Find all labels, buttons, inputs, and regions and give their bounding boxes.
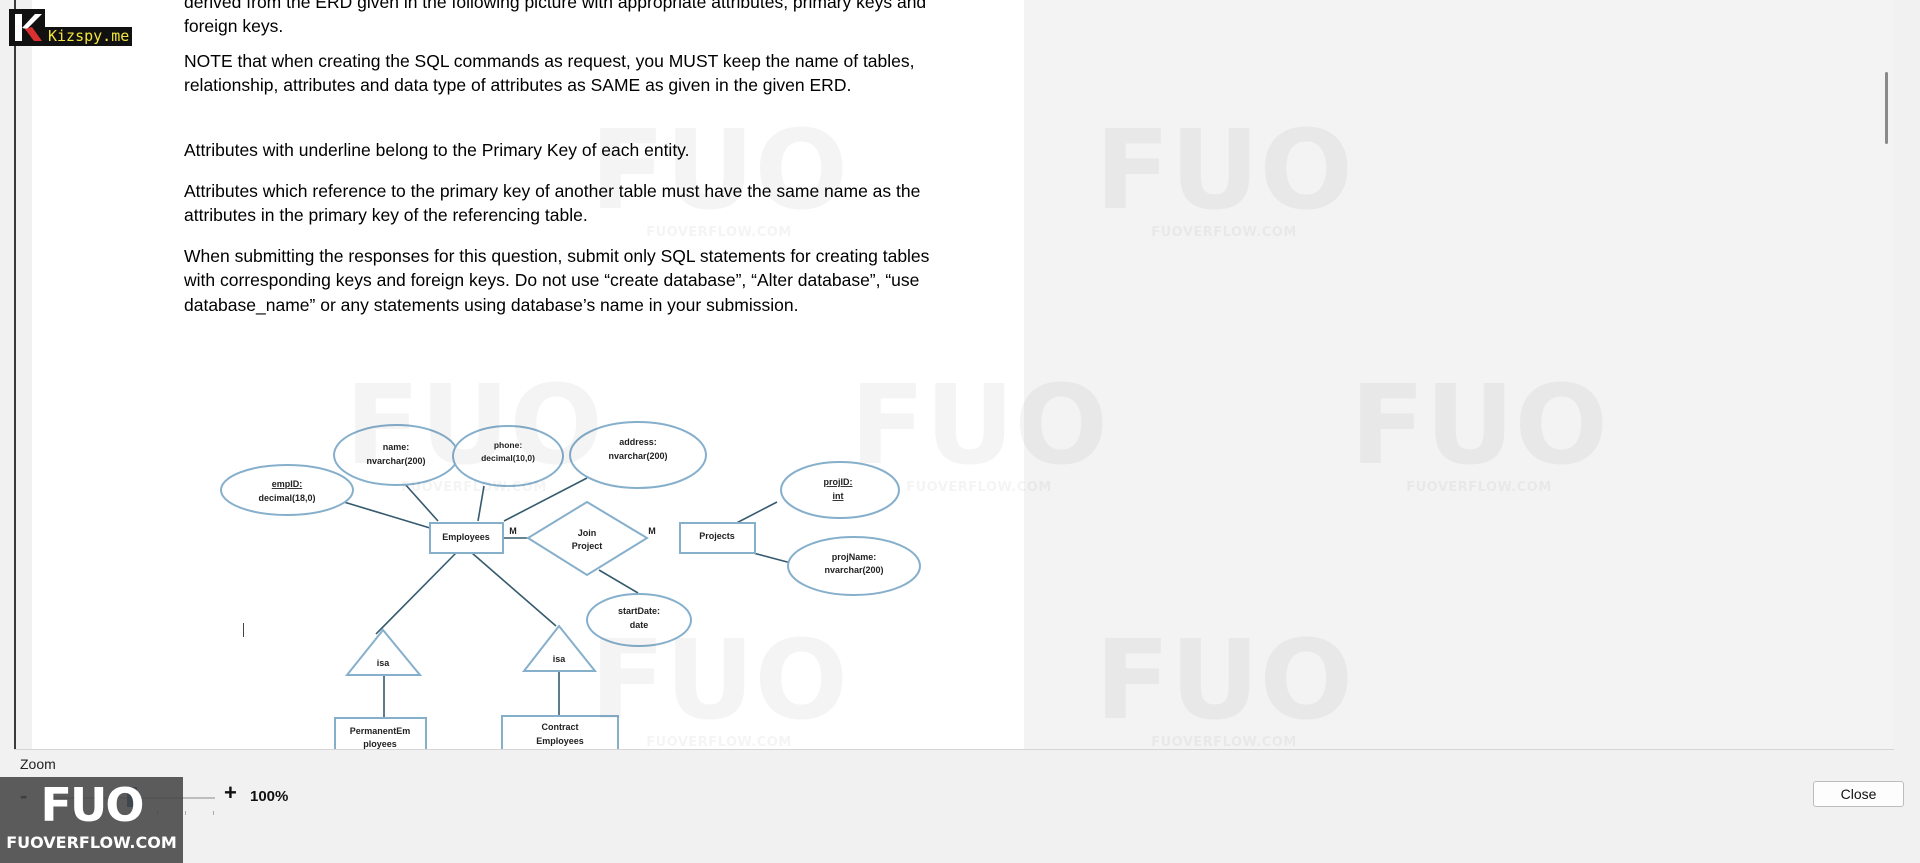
- watermark: FUOFUOVERFLOW.COM: [850, 370, 1108, 495]
- fuoverflow-badge: FUO FUOVERFLOW.COM: [0, 777, 183, 863]
- empid-label: empID:: [272, 479, 303, 489]
- projname-label: projName:: [832, 552, 877, 562]
- cardinality-left: M: [509, 526, 517, 536]
- address-type: nvarchar(200): [608, 451, 667, 461]
- projid-label: projID:: [824, 477, 853, 487]
- zoom-label: Zoom: [20, 756, 56, 772]
- footer-separator: [14, 749, 1894, 750]
- permanent-employees-label-line2: ployees: [363, 739, 397, 749]
- projects-entity-label: Projects: [699, 531, 735, 541]
- address-label: address:: [619, 437, 657, 447]
- watermark: FUOFUOVERFLOW.COM: [590, 115, 848, 240]
- startdate-label: startDate:: [618, 606, 660, 616]
- watermark: FUOFUOVERFLOW.COM: [345, 370, 603, 495]
- employees-entity-label: Employees: [442, 532, 490, 542]
- join-project-label-line1: Join: [578, 528, 597, 538]
- relationship-join-project: [526, 500, 649, 577]
- watermark: FUOFUOVERFLOW.COM: [1350, 370, 1608, 495]
- kizspy-logo-icon: [9, 9, 45, 46]
- projname-type: nvarchar(200): [824, 565, 883, 575]
- close-button[interactable]: Close: [1813, 781, 1904, 807]
- join-project-label-line2: Project: [572, 541, 603, 551]
- fuo-logo: FUO: [40, 778, 145, 832]
- zoom-value: 100%: [250, 788, 289, 805]
- isa-triangle-right: [521, 624, 598, 672]
- contract-employees-label-line2: Employees: [536, 736, 584, 746]
- kizspy-site-badge: Kizspy.me: [45, 27, 133, 46]
- window-left-border: [14, 0, 16, 750]
- cardinality-right: M: [648, 526, 656, 536]
- watermark: FUOFUOVERFLOW.COM: [1095, 625, 1353, 750]
- attribute-empid: [220, 464, 354, 516]
- watermark: FUOFUOVERFLOW.COM: [590, 625, 848, 750]
- contract-employees-label-line1: Contract: [541, 722, 578, 732]
- watermark: FUOFUOVERFLOW.COM: [1095, 115, 1353, 240]
- permanent-employees-label-line1: PermanentEm: [350, 726, 411, 736]
- projid-type: int: [833, 491, 844, 501]
- fuo-badge-name: FUOVERFLOW.COM: [6, 833, 177, 852]
- scrollbar-thumb[interactable]: [1885, 72, 1888, 144]
- zoom-in-button[interactable]: +: [224, 780, 237, 806]
- vertical-scrollbar[interactable]: [1881, 0, 1893, 750]
- isa-triangle-left: [344, 628, 423, 676]
- empid-type: decimal(18,0): [258, 493, 315, 503]
- isa-label-left: isa: [377, 658, 391, 668]
- isa-label-right: isa: [553, 654, 567, 664]
